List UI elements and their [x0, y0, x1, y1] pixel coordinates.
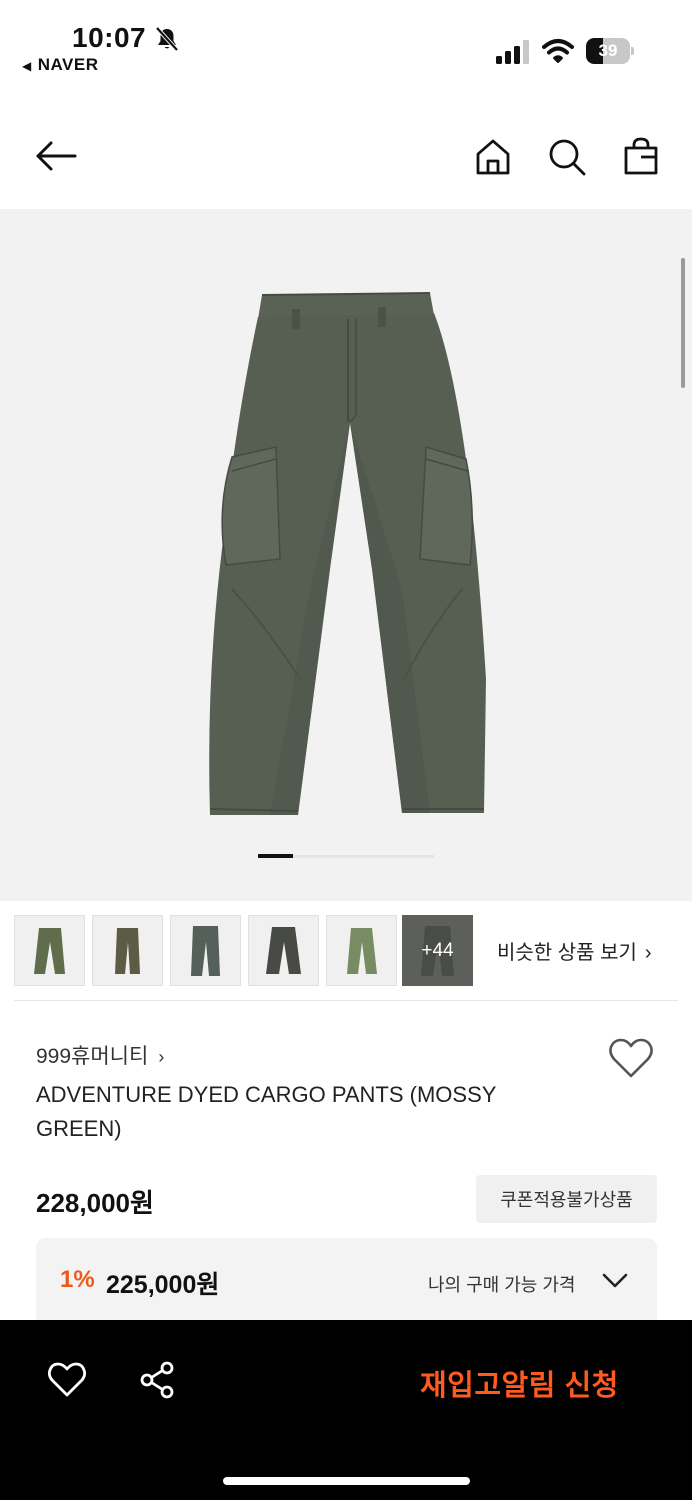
- my-price-panel[interactable]: 1% 225,000원 나의 구매 가능 가격: [36, 1238, 657, 1328]
- cargo-pants-image: [209, 292, 486, 815]
- shopping-bag-icon: [624, 137, 658, 175]
- similar-products-link[interactable]: 비슷한 상품 보기 ›: [497, 936, 652, 965]
- brand-link[interactable]: 999휴머니티 ›: [36, 1040, 164, 1070]
- pants-thumbnail-icon: [347, 928, 377, 974]
- image-pager-active: [258, 854, 294, 858]
- restock-alert-button[interactable]: 재입고알림 신청: [420, 1362, 619, 1404]
- pants-thumbnail-icon: [266, 927, 301, 974]
- thumbnail-3[interactable]: [170, 915, 241, 986]
- thumbnail-5[interactable]: [326, 915, 397, 986]
- divider: [14, 1000, 678, 1001]
- thumbnail-1[interactable]: [14, 915, 85, 986]
- battery-indicator: 39: [586, 38, 634, 64]
- chevron-right-icon: ›: [158, 1047, 165, 1067]
- search-icon: [549, 139, 586, 176]
- pants-thumbnail-icon: [191, 926, 220, 976]
- bell-muted-icon: [155, 26, 179, 52]
- back-to-app-link[interactable]: ◀ NAVER: [22, 55, 98, 75]
- thumbnail-2[interactable]: [92, 915, 163, 986]
- back-app-label: NAVER: [37, 55, 99, 74]
- cellular-signal-icon: [496, 40, 529, 64]
- thumbnail-more[interactable]: +44: [402, 915, 473, 986]
- pants-thumbnail-icon: [115, 928, 140, 974]
- home-indicator[interactable]: [223, 1477, 470, 1485]
- product-image-carousel[interactable]: [0, 209, 692, 901]
- back-triangle-icon: ◀: [22, 59, 32, 73]
- chevron-right-icon: ›: [644, 942, 652, 964]
- wishlist-heart-icon[interactable]: [608, 1036, 654, 1080]
- clock: 10:07: [72, 22, 147, 53]
- image-pager: [258, 854, 434, 858]
- wifi-icon: [542, 39, 574, 63]
- my-price-label: 나의 구매 가능 가격: [428, 1275, 576, 1295]
- coupon-unavailable-badge: 쿠폰적용불가상품: [476, 1175, 657, 1223]
- cart-button[interactable]: [619, 135, 663, 179]
- home-icon: [476, 139, 510, 175]
- product-price: 228,000원: [36, 1188, 154, 1218]
- home-button[interactable]: [471, 135, 515, 179]
- battery-nub: [631, 47, 634, 55]
- back-arrow-icon: [36, 141, 77, 171]
- similar-products-label: 비슷한 상품 보기: [497, 942, 637, 964]
- share-icon[interactable]: [138, 1360, 178, 1400]
- back-button[interactable]: [34, 134, 78, 178]
- product-title: ADVENTURE DYED CARGO PANTS (MOSSY GREEN): [36, 1082, 497, 1141]
- battery-percent: 39: [598, 41, 618, 60]
- more-images-count: +44: [421, 939, 454, 961]
- thumbnail-4[interactable]: [248, 915, 319, 986]
- heart-icon[interactable]: [47, 1360, 87, 1400]
- search-button[interactable]: [545, 135, 589, 179]
- my-price: 225,000원: [106, 1271, 220, 1299]
- brand-name: 999휴머니티: [36, 1045, 149, 1068]
- bottom-action-bar: [0, 1320, 692, 1500]
- status-bar: 10:07 ◀ NAVER 39: [0, 0, 692, 90]
- discount-percent: 1%: [60, 1266, 95, 1293]
- page-scrollbar[interactable]: [681, 258, 685, 388]
- chevron-down-icon: [602, 1273, 628, 1288]
- pants-thumbnail-icon: [34, 928, 65, 974]
